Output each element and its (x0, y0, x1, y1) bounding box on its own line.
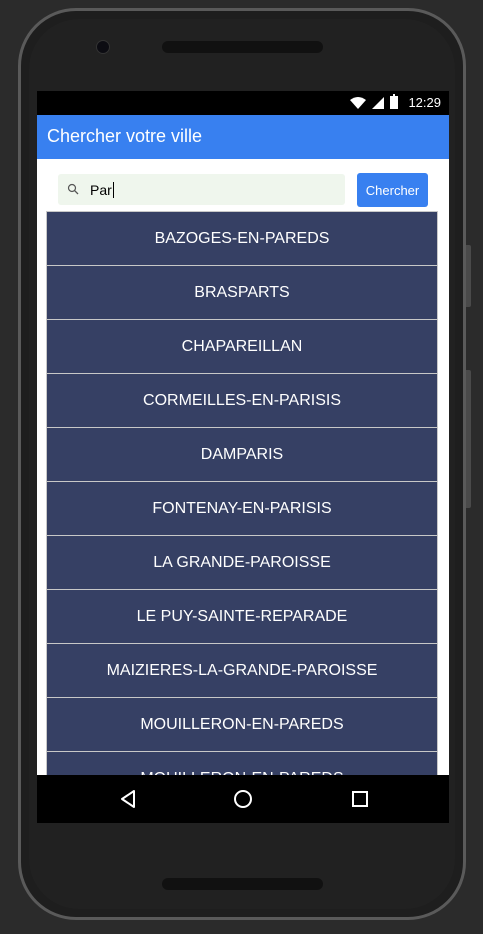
list-item[interactable]: BAZOGES-EN-PAREDS (47, 211, 437, 265)
list-item[interactable]: LE PUY-SAINTE-REPARADE (47, 589, 437, 643)
list-item[interactable]: FONTENAY-EN-PARISIS (47, 481, 437, 535)
list-item[interactable]: BRASPARTS (47, 265, 437, 319)
page-title: Chercher votre ville (47, 126, 203, 146)
search-input[interactable]: Par (58, 174, 345, 205)
list-item[interactable]: DAMPARIS (47, 427, 437, 481)
search-icon (67, 183, 79, 195)
signal-icon (372, 96, 385, 109)
list-item[interactable]: LA GRANDE-PAROISSE (47, 535, 437, 589)
bottom-speaker (162, 878, 323, 890)
power-button[interactable] (466, 370, 471, 508)
list-item[interactable]: CHAPAREILLAN (47, 319, 437, 373)
search-row: Par Chercher (37, 159, 449, 211)
wifi-icon (350, 96, 367, 109)
results-list[interactable]: BAZOGES-EN-PAREDS BRASPARTS CHAPAREILLAN… (46, 211, 438, 823)
status-bar: 12:29 (37, 91, 449, 115)
search-button[interactable]: Chercher (357, 173, 428, 207)
battery-icon (390, 94, 399, 109)
recent-apps-icon[interactable] (349, 788, 371, 810)
screen: 12:29 Chercher votre ville Par Chercher … (37, 91, 449, 823)
list-item[interactable]: MOUILLERON-EN-PAREDS (47, 697, 437, 751)
app-bar: Chercher votre ville (37, 115, 449, 159)
search-input-value: Par (90, 182, 114, 198)
list-item[interactable]: MAIZIERES-LA-GRANDE-PAROISSE (47, 643, 437, 697)
volume-button[interactable] (466, 245, 471, 307)
front-camera (96, 40, 110, 54)
top-speaker (162, 41, 323, 53)
text-caret (112, 182, 114, 198)
status-icons: 12:29 (350, 94, 441, 110)
list-item[interactable]: CORMEILLES-EN-PARISIS (47, 373, 437, 427)
status-time: 12:29 (408, 95, 441, 110)
back-icon[interactable] (117, 788, 139, 810)
navigation-bar (37, 775, 449, 823)
home-icon[interactable] (232, 788, 254, 810)
